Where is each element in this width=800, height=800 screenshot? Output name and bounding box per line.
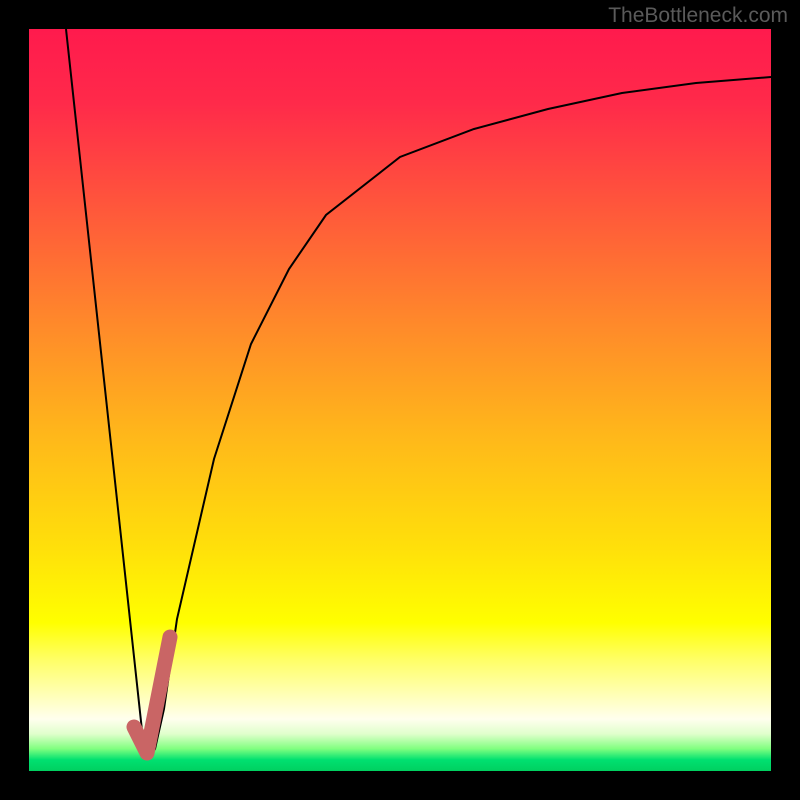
chart-svg (29, 29, 771, 771)
chart-area (29, 29, 771, 771)
highlight-segment-line (134, 637, 170, 753)
watermark-text: TheBottleneck.com (608, 4, 788, 28)
